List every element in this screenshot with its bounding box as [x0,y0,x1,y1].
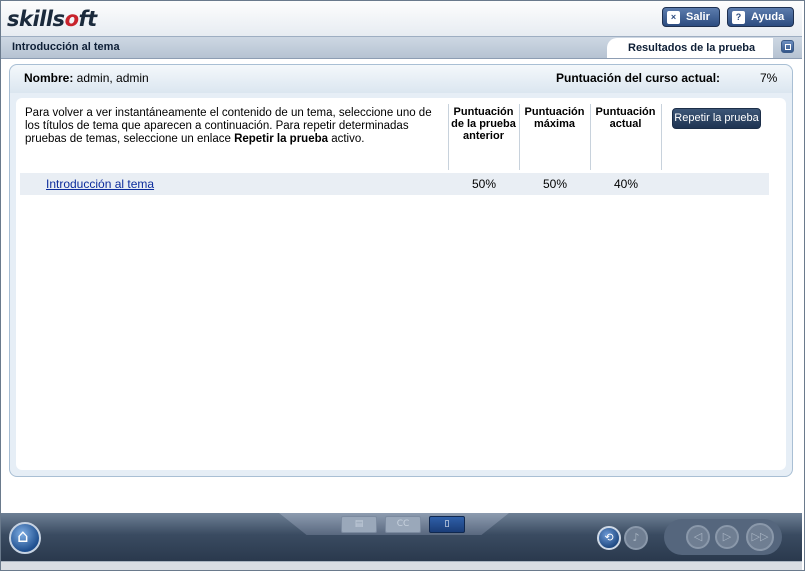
header-max-score: Puntuación máxima [524,106,585,130]
results-panel: Nombre: admin, admin Puntuación del curs… [9,64,793,477]
course-title-bar: Introducción al tema Resultados de la pr… [1,36,802,59]
column-divider [661,104,662,170]
results-summary: Nombre: admin, admin Puntuación del curs… [10,65,792,93]
audio-icon: ♪ [624,526,648,550]
status-strip [1,561,802,570]
popout-icon[interactable] [781,40,794,53]
captions-icon[interactable]: CC [385,516,421,533]
tab-test-results[interactable]: Resultados de la prueba [607,38,773,58]
replay-icon[interactable]: ⟲ [597,526,621,550]
document-icon[interactable]: ▯ [429,516,465,533]
header-previous-score: Puntuación de la prueba anterior [451,106,516,142]
course-score-label: Puntuación del curso actual: [556,71,721,85]
header-current-score: Puntuación actual [595,106,656,130]
next-icon: ▷▷ [746,523,774,551]
max-score-cell: 50% [542,177,568,191]
view-tabs: ▤ CC ▯ [279,513,509,535]
results-table: Para volver a ver instantáneamente el co… [16,98,786,470]
table-row: Introducción al tema 50% 50% 40% [20,173,769,195]
home-icon[interactable] [9,522,41,554]
navigation-controls: ◁ ▷ ▷▷ [664,519,782,555]
learner-name: Nombre: admin, admin [24,71,149,85]
previous-icon: ◁ [686,525,710,549]
current-score-cell: 40% [613,177,639,191]
previous-score-cell: 50% [471,177,497,191]
top-bar: skillsoft × Salir ? Ayuda [1,1,802,36]
help-button[interactable]: ? Ayuda [727,7,794,27]
tab-test-results-label: Resultados de la prueba [628,42,756,54]
exit-button[interactable]: × Salir [662,7,720,27]
skillsoft-logo: skillsoft [7,7,97,31]
play-icon: ▷ [715,525,739,549]
course-title: Introducción al tema [12,41,120,53]
player-footer: ▤ CC ▯ ⟲ ♪ ◁ ▷ ▷▷ [1,513,802,561]
question-icon: ? [732,10,745,24]
retry-test-button[interactable]: Repetir la prueba [672,108,761,129]
instructions-text: Para volver a ver instantáneamente el co… [25,107,432,145]
list-icon[interactable]: ▤ [341,516,377,533]
topic-link[interactable]: Introducción al tema [46,177,154,191]
course-score-value: 7% [760,71,778,85]
exit-label: Salir [686,11,710,23]
help-label: Ayuda [751,11,785,23]
close-icon: × [667,10,680,24]
